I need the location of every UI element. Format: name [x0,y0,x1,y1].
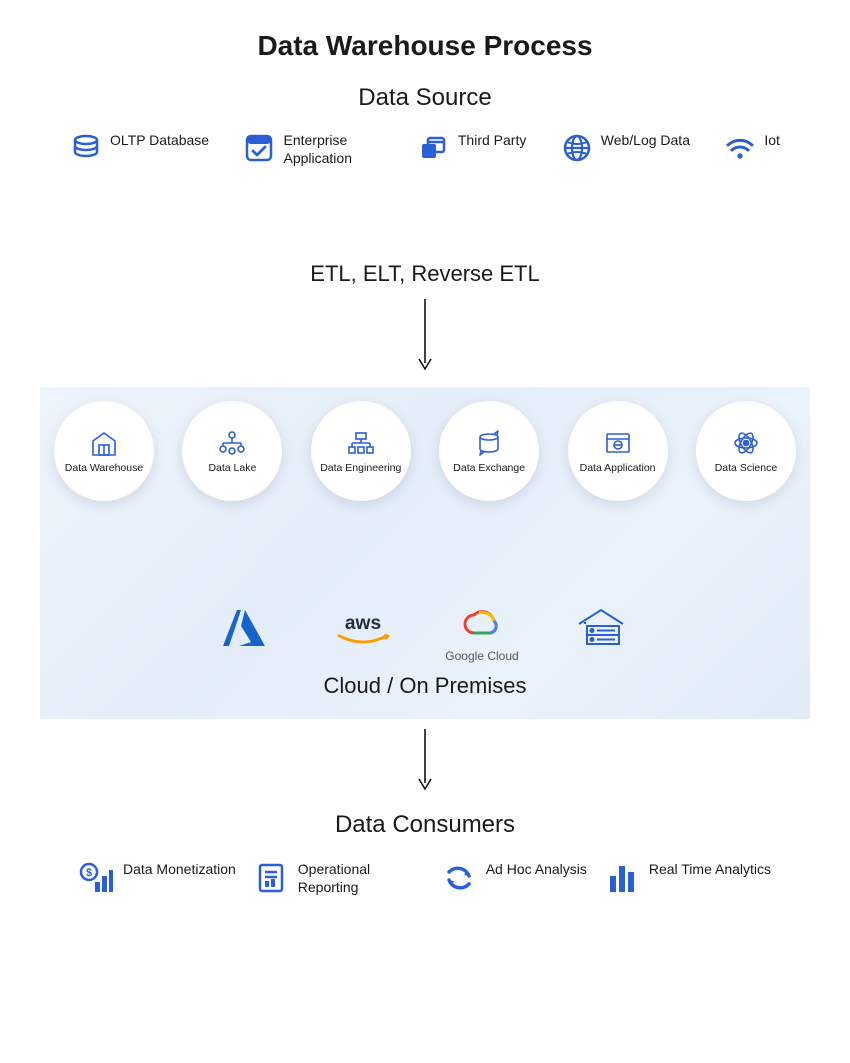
report-icon [254,861,288,895]
data-source-row: OLTP Database Enterprise Application Thi… [40,132,810,167]
onprem-icon [569,605,633,655]
arrow-down-icon [141,177,142,247]
arrow-down-icon [425,177,426,247]
arrow-down-icon [283,177,284,247]
arrow-down-icon [775,511,776,583]
consumer-monetization: $ Data Monetization [79,861,236,896]
source-web-log: Web/Log Data [561,132,690,164]
consumers-heading: Data Consumers [40,811,810,839]
page-title: Data Warehouse Process [40,30,810,62]
source-label: Iot [764,132,780,150]
arrows-source-to-etl [40,177,810,247]
windows-stack-icon [418,132,450,164]
etl-heading: ETL, ELT, Reverse ETL [40,261,810,287]
consumer-label: Ad Hoc Analysis [486,861,587,879]
cloud-heading: Cloud / On Premises [54,673,796,699]
arrow-down-icon [635,511,636,583]
component-label: Data Exchange [447,462,531,474]
svg-text:$: $ [86,867,92,879]
warehouse-icon [87,428,121,458]
refresh-icon [442,861,476,895]
consumer-realtime: Real Time Analytics [605,861,771,896]
source-oltp: OLTP Database [70,132,209,164]
source-label: Third Party [458,132,526,150]
source-enterprise: Enterprise Application [243,132,383,167]
provider-aws: aws [331,605,395,655]
component-label: Data Science [709,462,783,474]
component-label: Data Engineering [314,462,407,474]
svg-text:aws: aws [345,613,381,634]
component-data-lake: Data Lake [182,401,282,501]
component-data-science: Data Science [696,401,796,501]
bar-chart-icon [605,861,639,895]
component-data-engineering: Data Engineering [311,401,411,501]
arrows-components-to-providers [54,511,796,583]
arrow-down-icon [495,511,496,583]
component-data-application: Data Application [568,401,668,501]
provider-onprem [569,605,633,655]
aws-icon: aws [331,605,395,655]
engineering-icon [344,428,378,458]
globe-icon [561,132,593,164]
wifi-icon [724,132,756,164]
consumer-label: Data Monetization [123,861,236,879]
arrow-down-icon [709,177,710,247]
consumer-label: Operational Reporting [298,861,424,896]
component-data-exchange: Data Exchange [439,401,539,501]
cloud-block: Data Warehouse Data Lake [40,387,810,719]
science-icon [729,428,763,458]
provider-azure [217,605,281,655]
database-icon [70,132,102,164]
component-data-warehouse: Data Warehouse [54,401,154,501]
application-icon [601,428,635,458]
money-bar-icon: $ [79,861,113,895]
gcp-icon [450,597,514,647]
consumer-reporting: Operational Reporting [254,861,424,896]
component-label: Data Application [574,462,662,474]
arrow-down-icon [567,177,568,247]
component-label: Data Warehouse [59,462,149,474]
consumers-row: $ Data Monetization Operational Reportin… [40,861,810,896]
components-row: Data Warehouse Data Lake [54,401,796,501]
source-label: OLTP Database [110,132,209,150]
component-label: Data Lake [202,462,262,474]
provider-gcp: Google Cloud [445,597,518,663]
data-source-heading: Data Source [40,84,810,112]
arrow-cloud-to-consumers [40,727,810,795]
consumer-label: Real Time Analytics [649,861,771,879]
source-iot: Iot [724,132,780,164]
data-lake-icon [215,428,249,458]
checkbox-icon [243,132,275,164]
source-third-party: Third Party [418,132,526,164]
azure-icon [217,605,281,655]
consumer-adhoc: Ad Hoc Analysis [442,861,587,896]
provider-label: Google Cloud [445,649,518,663]
providers-row: aws Google Cloud [54,597,796,663]
arrow-down-icon [214,511,215,583]
source-label: Web/Log Data [601,132,690,150]
source-label: Enterprise Application [283,132,383,167]
arrow-down-icon [354,511,355,583]
arrow-down-icon [74,511,75,583]
exchange-icon [472,428,506,458]
arrow-etl-to-components [40,297,810,375]
